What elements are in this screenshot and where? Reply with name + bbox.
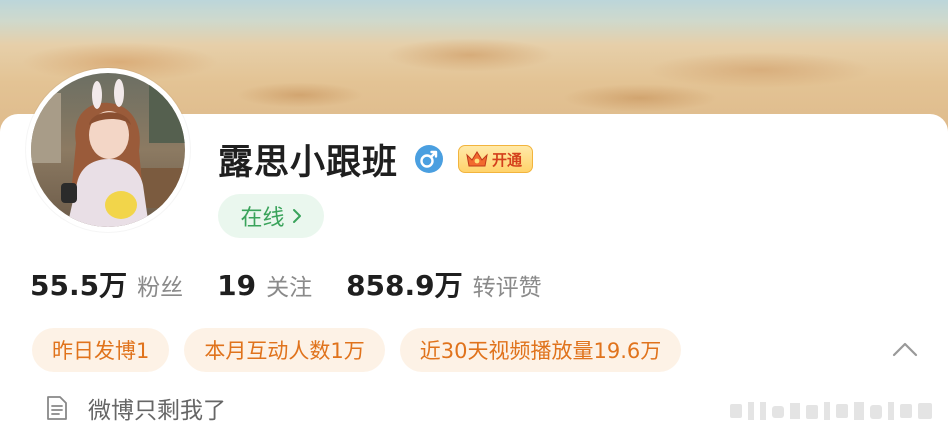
stat-label: 粉丝 bbox=[137, 275, 184, 301]
profile-stats: 55.5万 粉丝 19 关注 858.9万 转评赞 bbox=[30, 264, 576, 304]
tag-label: 近30天视频播放量19.6万 bbox=[419, 339, 662, 363]
stat-label: 转评赞 bbox=[472, 275, 542, 301]
tag-video-views[interactable]: 近30天视频播放量19.6万 bbox=[399, 328, 682, 372]
watermark-logo bbox=[730, 402, 932, 420]
stat-interactions[interactable]: 858.9万 转评赞 bbox=[346, 264, 542, 304]
stat-label: 关注 bbox=[266, 275, 313, 301]
stat-value: 858.9万 bbox=[346, 269, 463, 302]
tag-posts-yesterday[interactable]: 昨日发博1 bbox=[32, 328, 170, 372]
online-label: 在线 bbox=[240, 206, 285, 231]
vip-open-button[interactable]: 开通 bbox=[458, 145, 534, 173]
profile-name-row: 露思小跟班 开通 bbox=[218, 134, 534, 184]
stat-value: 19 bbox=[217, 269, 257, 302]
bio-row: 微博只剩我了 bbox=[46, 390, 226, 426]
chevron-right-icon bbox=[292, 209, 301, 223]
vip-label: 开通 bbox=[492, 150, 523, 169]
document-icon bbox=[47, 396, 67, 420]
stat-followers[interactable]: 55.5万 粉丝 bbox=[30, 264, 183, 304]
avatar[interactable] bbox=[26, 68, 190, 232]
tag-monthly-interactions[interactable]: 本月互动人数1万 bbox=[184, 328, 385, 372]
chevron-up-icon[interactable] bbox=[890, 338, 920, 362]
activity-tags: 昨日发博1 本月互动人数1万 近30天视频播放量19.6万 bbox=[32, 328, 696, 372]
bio-text: 微博只剩我了 bbox=[88, 398, 226, 424]
online-status-button[interactable]: 在线 bbox=[218, 194, 324, 238]
tag-label: 本月互动人数1万 bbox=[204, 339, 365, 363]
avatar-photo bbox=[31, 73, 185, 227]
tag-label: 昨日发博1 bbox=[52, 339, 150, 363]
stat-value: 55.5万 bbox=[30, 269, 128, 302]
male-icon bbox=[415, 145, 444, 173]
crown-icon bbox=[466, 151, 488, 167]
profile-name: 露思小跟班 bbox=[218, 142, 399, 183]
stat-following[interactable]: 19 关注 bbox=[217, 268, 312, 302]
